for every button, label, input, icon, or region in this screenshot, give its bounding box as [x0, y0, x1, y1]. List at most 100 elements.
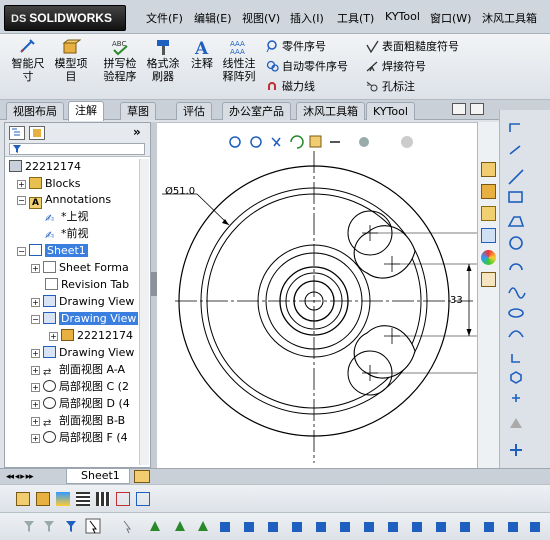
property-manager-tab-icon[interactable] [29, 126, 45, 140]
spell-checker-button[interactable]: ABC 拼写检验程序 [100, 38, 140, 83]
tab-mufeng-toolbox[interactable]: 沐风工具箱 [296, 102, 365, 120]
tree-item-drawing-view-3[interactable]: + Drawing View [31, 345, 134, 361]
tab-sketch[interactable]: 草图 [120, 102, 156, 120]
tile-window-icon[interactable] [452, 103, 466, 115]
diameter-dimension[interactable]: Ø51.0 [165, 186, 195, 197]
layer-properties-icon[interactable] [16, 492, 30, 506]
expand-toggle-icon[interactable]: + [49, 332, 58, 341]
tree-root[interactable]: 22212174 [9, 159, 81, 175]
expand-toggle-icon[interactable]: + [31, 366, 40, 375]
expand-toggle-icon[interactable]: + [31, 417, 40, 426]
tab-annotation[interactable]: 注解 [68, 101, 104, 121]
line-thickness-icon[interactable] [76, 492, 90, 506]
tree-scrollbar[interactable] [139, 159, 149, 465]
menu-window[interactable]: 窗口(W) [430, 10, 471, 26]
hide-show-edges-icon[interactable] [116, 492, 130, 506]
drawing-view-icon [43, 346, 56, 358]
smart-dimension-button[interactable]: 智能尺寸 [8, 38, 48, 83]
clear-filters-icon [66, 521, 76, 532]
filter-points-icon [292, 522, 302, 532]
note-button[interactable]: A 注释 [188, 38, 216, 70]
menu-insert[interactable]: 插入(I) [290, 10, 324, 26]
tree-item-label: Sheet1 [45, 244, 88, 257]
linear-dimension[interactable]: 33 [450, 295, 463, 306]
selection-filter-toolbar [0, 512, 550, 540]
tree-item-part[interactable]: +22212174 [49, 328, 133, 344]
expand-toggle-icon[interactable]: + [31, 264, 40, 273]
tree-item-section-view-b[interactable]: + ⇄ 剖面视图 B-B [31, 413, 125, 429]
tree-item-front-view[interactable]: ✍ *前视 [45, 226, 89, 242]
file-explorer-icon[interactable] [481, 206, 496, 221]
format-painter-button[interactable]: 格式涂刷器 [144, 38, 182, 83]
home-icon[interactable] [481, 162, 496, 177]
linear-note-pattern-button[interactable]: AAA AAA 线性注释阵列 [220, 38, 258, 83]
auto-balloon-button[interactable]: 自动零件序号 [266, 59, 348, 74]
expand-toggle-icon[interactable]: + [31, 383, 40, 392]
restore-window-icon[interactable] [470, 103, 484, 115]
design-library-icon[interactable] [481, 184, 496, 199]
expand-panel-icon[interactable]: » [133, 125, 141, 139]
expand-toggle-icon[interactable]: + [17, 180, 26, 189]
spell-checker-icon: ABC [112, 40, 128, 56]
surface-finish-label: 表面粗糙度符号 [382, 40, 459, 53]
tree-item-top-view[interactable]: ✍ *上视 [45, 209, 89, 225]
filter-axes-icon [244, 522, 254, 532]
tab-office-products[interactable]: 办公室产品 [222, 102, 291, 120]
menu-file[interactable]: 文件(F) [146, 10, 183, 26]
format-painter-icon [157, 40, 169, 55]
menu-tools[interactable]: 工具(T) [337, 10, 374, 26]
line-color-icon[interactable] [56, 492, 70, 506]
surface-finish-button[interactable]: 表面粗糙度符号 [366, 39, 459, 54]
tree-item-sheet1[interactable]: − Sheet1 [17, 243, 88, 259]
balloon-icon [266, 40, 277, 53]
tree-item-detail-view-f[interactable]: + 局部视图 F (4 [31, 430, 128, 446]
tab-evaluate[interactable]: 评估 [176, 102, 212, 120]
tab-kytool[interactable]: KYTool [366, 102, 415, 120]
hole-callout-button[interactable]: ⌀ 孔标注 [366, 79, 415, 94]
drawing-canvas[interactable]: Ø51.0 33 [157, 122, 477, 468]
collapse-toggle-icon[interactable]: − [17, 247, 26, 256]
sketch-toolbar [499, 110, 550, 468]
menu-view[interactable]: 视图(V) [242, 10, 280, 26]
tab-view-layout[interactable]: 视图布局 [6, 102, 64, 120]
tree-item-blocks[interactable]: + Blocks [17, 176, 80, 192]
custom-properties-icon[interactable] [481, 272, 496, 287]
menu-kytool[interactable]: KYTool [385, 10, 420, 23]
tree-item-detail-view-c[interactable]: + 局部视图 C (2 [31, 379, 129, 395]
menu-mufeng-toolbox[interactable]: 沐风工具箱 [482, 10, 537, 26]
model-items-button[interactable]: 模型项目 [54, 38, 88, 83]
feature-tree-tab-icon[interactable] [9, 126, 25, 140]
weld-symbol-button[interactable]: 焊接符号 [366, 59, 426, 74]
expand-toggle-icon[interactable]: + [31, 400, 40, 409]
tree-item-detail-view-d[interactable]: + 局部视图 D (4 [31, 396, 130, 412]
color-display-mode-icon[interactable] [136, 492, 150, 506]
tree-item-revision-table[interactable]: Revision Tab [45, 277, 129, 293]
magnetic-line-button[interactable]: 磁力线 [266, 79, 315, 94]
collapse-toggle-icon[interactable]: − [17, 196, 26, 205]
detail-view-icon [43, 380, 56, 392]
tree-item-label: 局部视图 C (2 [59, 380, 129, 393]
appearances-icon[interactable] [481, 250, 496, 265]
part-color-icon[interactable] [36, 492, 50, 506]
solidworks-logo[interactable]: DS SOLIDWORKS [4, 5, 126, 31]
tree-item-sheet-format[interactable]: + Sheet Forma [31, 260, 129, 276]
collapse-toggle-icon[interactable]: − [31, 315, 40, 324]
tree-filter-input[interactable] [9, 143, 145, 155]
expand-toggle-icon[interactable]: + [31, 349, 40, 358]
filter-edges-icon [175, 521, 185, 531]
tree-item-drawing-view-1[interactable]: + Drawing View [31, 294, 134, 310]
ellipse-icon [508, 308, 524, 318]
menu-edit[interactable]: 编辑(E) [194, 10, 232, 26]
tree-item-section-view-a[interactable]: + ⇄ 剖面视图 A-A [31, 362, 125, 378]
tree-item-drawing-view-2[interactable]: − Drawing View [31, 311, 139, 327]
balloon-button[interactable]: 零件序号 [266, 39, 326, 54]
view-palette-icon[interactable] [481, 228, 496, 243]
expand-toggle-icon[interactable]: + [31, 434, 40, 443]
tree-item-annotations[interactable]: − A Annotations [17, 192, 111, 209]
expand-toggle-icon[interactable]: + [31, 298, 40, 307]
sheet-navigation-arrows[interactable]: ◂◂ ◂ ▸ ▸▸ [6, 470, 60, 484]
sheet-tab-sheet1[interactable]: Sheet1 [66, 469, 130, 484]
add-sheet-icon[interactable] [134, 470, 150, 483]
heads-up-view-toolbar[interactable] [229, 135, 413, 149]
line-style-icon[interactable] [96, 492, 110, 506]
